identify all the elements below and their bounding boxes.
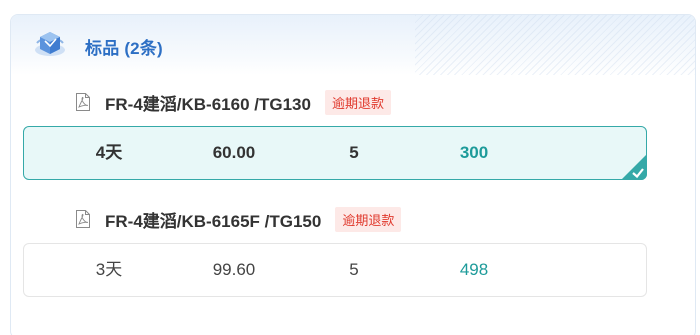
delivery-days: 3天 [95, 260, 123, 279]
unit-price: 60.00 [212, 143, 256, 162]
quantity: 5 [349, 260, 359, 279]
page: 标品 (2条) FR-4建滔/KB-6160 /TG130 逾期退款 4天 60… [0, 0, 700, 335]
delivery-days: 4天 [95, 143, 123, 162]
quantity: 5 [349, 143, 359, 162]
pdf-document-icon[interactable] [75, 93, 91, 111]
product-name: FR-4建滔/KB-6165F /TG150 [105, 211, 322, 231]
quote-row-selected[interactable]: 4天 60.00 5 300 [23, 126, 647, 180]
overdue-refund-badge: 逾期退款 [335, 206, 402, 232]
product-title-row: FR-4建滔/KB-6165F /TG150 逾期退款 [45, 202, 669, 236]
card-header: 标品 (2条) [11, 15, 695, 75]
quote-row[interactable]: 3天 99.60 5 498 [23, 243, 647, 297]
product-item: FR-4建滔/KB-6160 /TG130 逾期退款 4天 60.00 5 30… [23, 85, 669, 180]
product-item: FR-4建滔/KB-6165F /TG150 逾期退款 3天 99.60 5 4… [23, 202, 669, 297]
card-title: 标品 (2条) [85, 39, 163, 58]
cube-package-icon [35, 32, 65, 56]
standard-products-card: 标品 (2条) FR-4建滔/KB-6160 /TG130 逾期退款 4天 60… [10, 14, 696, 335]
pdf-document-icon[interactable] [75, 210, 91, 228]
overdue-refund-badge: 逾期退款 [324, 89, 391, 115]
unit-price: 99.60 [212, 260, 256, 279]
total-price: 300 [459, 143, 489, 162]
product-title-row: FR-4建滔/KB-6160 /TG130 逾期退款 [45, 85, 669, 119]
product-name: FR-4建滔/KB-6160 /TG130 [105, 94, 311, 114]
total-price: 498 [459, 260, 489, 279]
selected-check-icon [621, 154, 647, 180]
